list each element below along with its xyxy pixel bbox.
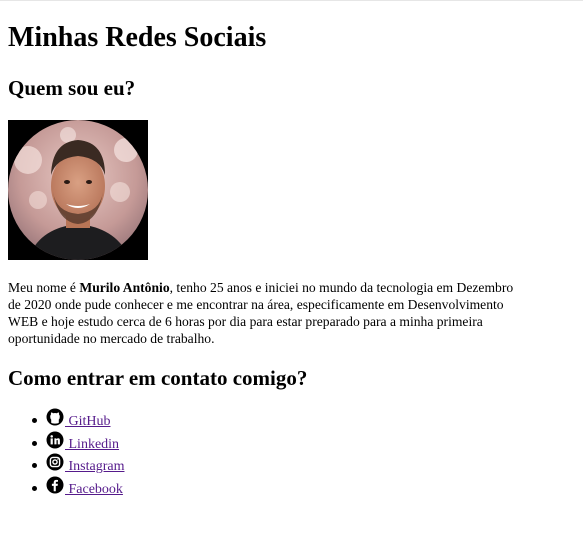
instagram-icon [46, 453, 64, 471]
contact-heading: Como entrar em contato comigo? [8, 366, 308, 390]
social-links-list: GitHub Linkedin Instagram Facebook [8, 408, 124, 498]
page-title: Minhas Redes Sociais [8, 22, 267, 53]
github-label: GitHub [65, 414, 111, 429]
bio-paragraph: Meu nome é Murilo Antônio, tenho 25 anos… [8, 279, 518, 347]
bio-name: Murilo Antônio [79, 280, 170, 295]
instagram-label: Instagram [65, 459, 125, 474]
list-item: GitHub [32, 408, 124, 431]
bullet [32, 418, 37, 423]
facebook-label: Facebook [65, 481, 123, 497]
linkedin-label: Linkedin [65, 436, 120, 452]
list-item: Facebook [32, 476, 124, 499]
list-item: Linkedin [32, 431, 124, 454]
linkedin-link[interactable]: Linkedin [46, 431, 120, 452]
facebook-icon [46, 476, 64, 494]
github-icon [46, 408, 64, 426]
top-border [0, 0, 583, 1]
bullet [32, 440, 37, 446]
bullet [32, 463, 37, 468]
profile-photo [8, 120, 148, 260]
bullet [32, 485, 37, 491]
linkedin-icon [46, 431, 64, 449]
facebook-link[interactable]: Facebook [46, 476, 123, 497]
about-heading: Quem sou eu? [8, 76, 136, 100]
github-link[interactable]: GitHub [46, 408, 111, 429]
instagram-link[interactable]: Instagram [46, 453, 125, 474]
bio-text-before: Meu nome é [8, 280, 80, 295]
list-item: Instagram [32, 453, 125, 476]
